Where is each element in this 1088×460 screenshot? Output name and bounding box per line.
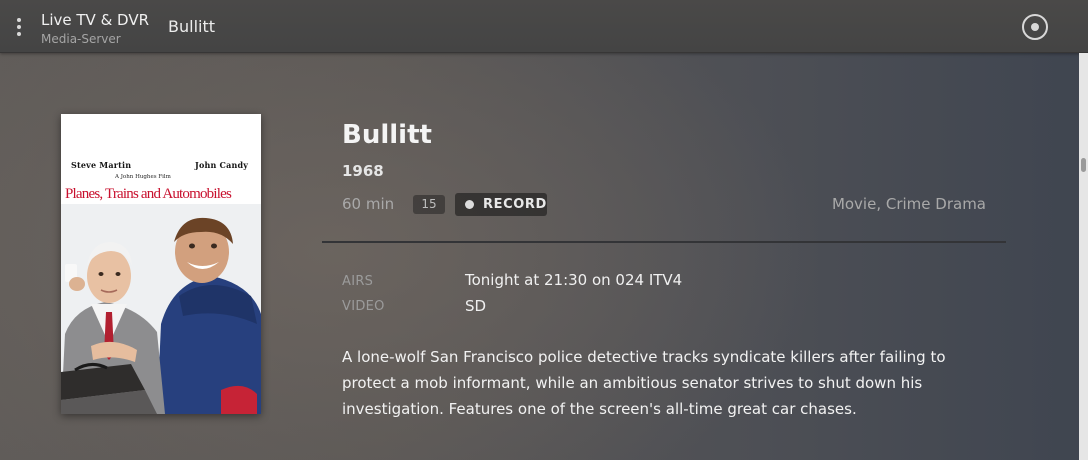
summary: A lone-wolf San Francisco police detecti… [342, 348, 946, 418]
poster-tagline: A John Hughes Film [115, 174, 171, 180]
scrollbar-thumb[interactable] [1081, 158, 1086, 172]
record-circle-icon[interactable] [1022, 14, 1048, 40]
poster-actor-right: John Candy [195, 160, 249, 170]
server-name: Media-Server [41, 32, 121, 46]
record-dot-icon [465, 200, 474, 209]
poster-title: Planes, Trains and Automobiles [65, 186, 232, 202]
more-vertical-icon[interactable] [12, 15, 26, 39]
section-switcher[interactable]: Live TV & DVR Media-Server [41, 10, 149, 47]
airs-label: AIRS [342, 274, 374, 289]
top-bar: Live TV & DVR Media-Server Bullitt [0, 0, 1088, 53]
scrollbar-track[interactable] [1079, 53, 1088, 460]
video-label: VIDEO [342, 299, 385, 314]
item-title: Bullitt [342, 120, 432, 150]
content-rating-badge: 15 [413, 195, 445, 214]
poster-artwork [61, 204, 261, 414]
release-year: 1968 [342, 162, 384, 180]
record-button-label: RECORD [483, 197, 547, 212]
genres: Movie, Crime Drama [831, 195, 986, 213]
record-button[interactable]: RECORD [455, 193, 547, 216]
duration: 60 min [342, 195, 395, 213]
divider [322, 241, 1006, 243]
breadcrumb-title: Bullitt [168, 17, 215, 36]
section-title: Live TV & DVR [41, 11, 150, 29]
video-value: SD [465, 297, 487, 315]
poster-actor-left: Steve Martin [71, 160, 132, 170]
airs-value: Tonight at 21:30 on 024 ITV4 [465, 271, 683, 289]
poster: Steve Martin John Candy A John Hughes Fi… [61, 114, 261, 414]
